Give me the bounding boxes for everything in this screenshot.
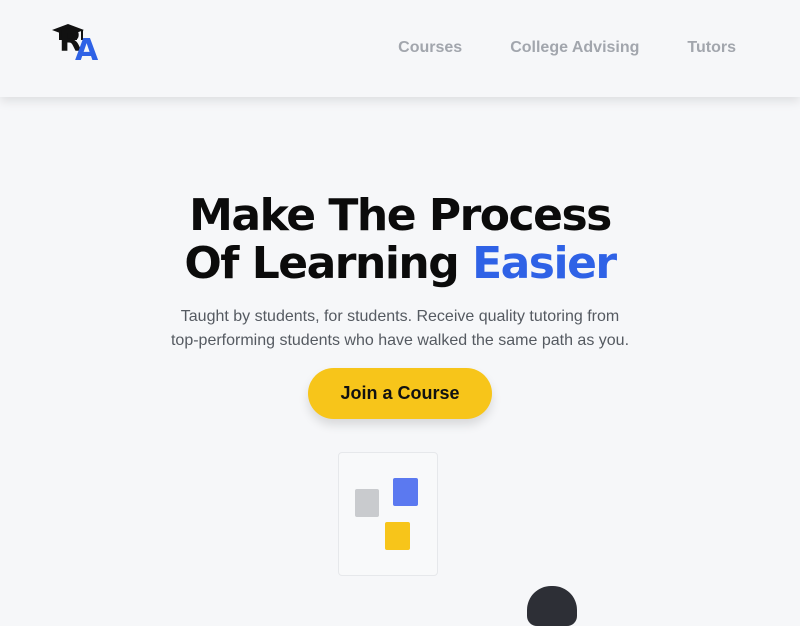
nav-link-tutors[interactable]: Tutors (687, 38, 736, 58)
nav-link-courses[interactable]: Courses (398, 38, 462, 58)
illustration-card (338, 452, 438, 576)
hero-subtitle: Taught by students, for students. Receiv… (0, 305, 800, 353)
join-course-button[interactable]: Join a Course (308, 368, 492, 419)
hero-title-line1: Make The Process (189, 190, 612, 241)
hero-subtitle-line1: Taught by students, for students. Receiv… (180, 308, 620, 325)
site-header: R A Courses College Advising Tutors (0, 0, 800, 97)
hero-title-line2: Of Learning (184, 238, 473, 289)
gray-square-shape (355, 489, 379, 517)
hero-title: Make The Process Of Learning Easier (0, 192, 800, 288)
main-nav: Courses College Advising Tutors (398, 38, 736, 58)
hero-subtitle-line2: top-performing students who have walked … (170, 332, 630, 349)
site-logo[interactable]: R A (52, 24, 106, 68)
nav-link-college-advising[interactable]: College Advising (510, 38, 639, 58)
hero-title-accent: Easier (472, 238, 617, 289)
logo-letter-a: A (75, 33, 99, 68)
dark-blob-shape (527, 586, 577, 626)
yellow-square-shape (385, 522, 410, 550)
blue-square-shape (393, 478, 418, 506)
